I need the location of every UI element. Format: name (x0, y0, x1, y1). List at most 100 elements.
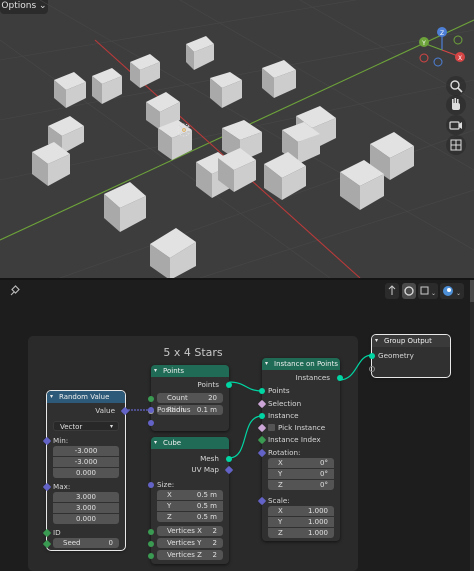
scale-z-field[interactable]: Z 1.000 (268, 528, 334, 538)
instance-on-points-header[interactable]: ▾ Instance on Points (262, 358, 340, 370)
vertices-z-socket[interactable] (148, 552, 154, 559)
instance-input-socket[interactable] (259, 412, 265, 419)
collapse-chevron-icon[interactable]: ▾ (50, 391, 53, 403)
3d-viewport[interactable]: Z X Y Options ⌄ (0, 0, 474, 278)
arrow-up-icon (388, 285, 396, 295)
position-input-socket[interactable] (148, 406, 154, 413)
rotation-z-value: 0° (320, 481, 328, 489)
mesh-output-socket[interactable] (226, 455, 232, 462)
data-type-dropdown[interactable]: Vector ▾ (53, 421, 119, 431)
mesh-output-row: Mesh (151, 453, 232, 464)
max-z-value: 0.000 (75, 515, 97, 523)
instances-output-label: Instances (295, 373, 330, 382)
cube (54, 72, 86, 108)
max-z-field[interactable]: 0.000 (53, 514, 119, 524)
zoom-button[interactable] (446, 76, 466, 96)
rotation-z-field[interactable]: Z 0° (268, 480, 334, 490)
max-label-row: Max: (42, 481, 125, 492)
vertices-y-socket[interactable] (148, 540, 154, 547)
geometry-node-editor[interactable]: 5 x 4 Stars ▾ Points Points Count 20 Radiu… (0, 302, 474, 571)
editor-scrollbar[interactable] (470, 302, 474, 571)
points-output-socket[interactable] (226, 381, 232, 388)
vertices-y-field[interactable]: Vertices Y 2 (157, 538, 223, 548)
max-x-field[interactable]: 3.000 (53, 492, 119, 502)
scale-label-row: Scale: (257, 495, 340, 506)
link-instances-output (338, 354, 373, 381)
position-row (148, 417, 229, 428)
instance-on-points-node[interactable]: ▾ Instance on Points Instances Points Sel… (257, 358, 343, 541)
vertices-x-socket[interactable] (148, 528, 154, 535)
parent-node-tree-button[interactable] (385, 283, 399, 299)
grid-icon (450, 139, 462, 151)
position-socket[interactable] (148, 419, 154, 426)
scale-z-row: Z 1.000 (262, 528, 340, 539)
size-z-value: 0.5 m (196, 513, 217, 521)
instance-on-points-title: Instance on Points (274, 360, 338, 368)
vertices-x-field[interactable]: Vertices X 2 (157, 526, 223, 536)
collapse-chevron-icon[interactable]: ▾ (154, 437, 157, 449)
group-output-node[interactable]: ▾ Group Output Geometry (369, 334, 451, 378)
scale-x-row: X 1.000 (262, 506, 340, 517)
geometry-input-socket[interactable] (369, 352, 375, 359)
scale-y-field[interactable]: Y 1.000 (268, 517, 334, 527)
points-input-socket[interactable] (259, 387, 265, 394)
snap-grid-icon: ⌄ (420, 286, 436, 297)
collapse-chevron-icon[interactable]: ▾ (265, 358, 268, 370)
cube-node[interactable]: ▾ Cube Mesh UV Map Size: X 0.5 m Y 0.5 m Z 0… (148, 437, 234, 564)
cube-node-header[interactable]: ▾ Cube (151, 437, 229, 449)
max-y-field[interactable]: 3.000 (53, 503, 119, 513)
count-field[interactable]: Count 20 (157, 393, 223, 403)
empty-input-row (369, 363, 450, 374)
rotation-y-field[interactable]: Y 0° (268, 469, 334, 479)
size-socket[interactable] (148, 481, 154, 488)
rotation-y-row: Y 0° (262, 469, 340, 480)
link-points (228, 381, 263, 392)
size-x-field[interactable]: X 0.5 m (157, 490, 223, 500)
random-value-node[interactable]: ▾ Random Value Value Vector ▾ Min: -3.000 … (42, 390, 130, 551)
vertices-z-field[interactable]: Vertices Z 2 (157, 550, 223, 560)
scale-x-field[interactable]: X 1.000 (268, 506, 334, 516)
instance-input-label: Instance (268, 411, 299, 420)
collapse-chevron-icon[interactable]: ▾ (154, 365, 157, 377)
instance-input-row: Instance (259, 410, 340, 421)
empty-input-socket[interactable] (369, 365, 375, 372)
max-label: Max: (53, 482, 71, 491)
size-y-field[interactable]: Y 0.5 m (157, 501, 223, 511)
vertices-x-value: 2 (212, 527, 217, 535)
size-y-row: Y 0.5 m (151, 501, 229, 512)
perspective-toggle-button[interactable] (446, 135, 466, 155)
points-node-header[interactable]: ▾ Points (151, 365, 229, 377)
collapse-chevron-icon[interactable]: ▾ (375, 335, 378, 347)
count-socket[interactable] (148, 395, 154, 402)
position-label: Position (157, 405, 185, 414)
instance-index-label: Instance Index (268, 435, 321, 444)
vertices-x-label: Vertices X (167, 527, 202, 535)
node-editor-header: ⌄ ⌄ (0, 278, 474, 304)
random-value-header[interactable]: ▾ Random Value (47, 391, 125, 403)
pick-instance-label: Pick Instance (278, 423, 326, 432)
camera-view-button[interactable] (446, 115, 466, 135)
header-scrollbar[interactable] (470, 280, 474, 304)
overlays-button[interactable]: ⌄ (440, 283, 464, 299)
snap-toggle-button[interactable] (402, 283, 416, 299)
size-z-field[interactable]: Z 0.5 m (157, 512, 223, 522)
snap-target-dropdown[interactable]: ⌄ (418, 283, 438, 299)
seed-field[interactable]: Seed 0 (53, 538, 119, 548)
min-y-field[interactable]: -3.000 (53, 457, 119, 467)
pick-instance-checkbox[interactable] (268, 424, 275, 431)
pin-icon[interactable] (8, 285, 20, 297)
value-output-label: Value (95, 406, 115, 415)
pick-instance-row: Pick Instance (257, 422, 340, 433)
points-node[interactable]: ▾ Points Points Count 20 Radius 0.1 m (148, 365, 232, 431)
min-x-field[interactable]: -3.000 (53, 446, 119, 456)
min-label-row: Min: (42, 435, 125, 446)
pan-button[interactable] (446, 95, 466, 115)
points-output-label: Points (197, 380, 219, 389)
min-z-field[interactable]: 0.000 (53, 468, 119, 478)
instances-output-socket[interactable] (337, 374, 343, 381)
min-z-row: 0.000 (47, 468, 125, 479)
group-output-header[interactable]: ▾ Group Output (372, 335, 450, 347)
cube (210, 72, 242, 108)
rotation-x-field[interactable]: X 0° (268, 458, 334, 468)
vertices-x-row: Vertices X 2 (148, 526, 229, 537)
